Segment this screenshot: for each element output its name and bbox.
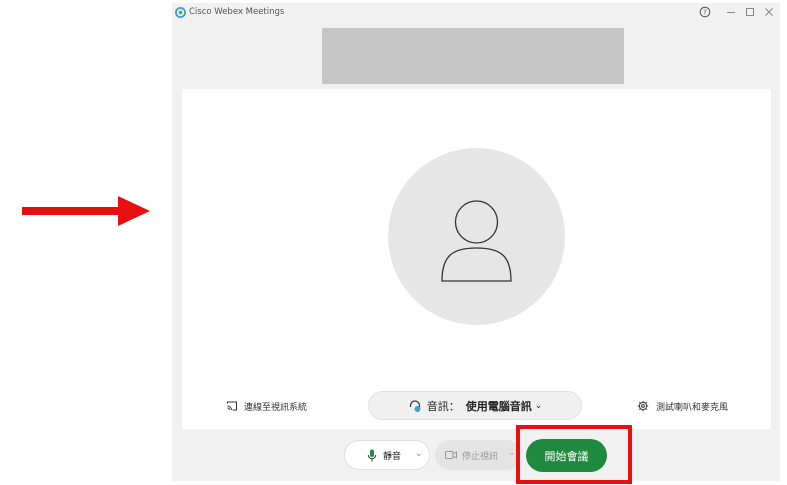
title-bar: Cisco Webex Meetings ?	[172, 3, 780, 23]
stop-video-button[interactable]: 停止視訊 ⌄	[435, 440, 521, 470]
audio-value: 使用電腦音訊	[465, 399, 532, 413]
minimize-icon[interactable]	[725, 6, 737, 18]
video-preview-panel: 連線至視訊系統 音訊： 使用電腦音訊 ⌄ 測試喇叭和麥克風	[182, 89, 771, 429]
red-pointer-arrow-icon	[22, 196, 150, 226]
audio-connection-dropdown[interactable]: 音訊： 使用電腦音訊 ⌄	[368, 391, 582, 420]
maximize-icon[interactable]	[744, 6, 756, 18]
connect-video-system-link[interactable]: 連線至視訊系統	[226, 399, 307, 413]
chevron-down-icon[interactable]: ⌄	[415, 449, 423, 459]
stop-video-label: 停止視訊	[462, 451, 499, 462]
mute-button[interactable]: 靜音 ⌄	[344, 440, 430, 470]
computer-audio-icon	[409, 399, 421, 412]
window-title: Cisco Webex Meetings	[189, 7, 285, 17]
webex-window: Cisco Webex Meetings ? 連線至視訊系統 音訊： 使用電腦音…	[172, 3, 780, 481]
test-speaker-mic-link[interactable]: 測試喇叭和麥克風	[637, 399, 728, 413]
person-icon	[441, 200, 512, 282]
page: Cisco Webex Meetings ? 連線至視訊系統 音訊： 使用電腦音…	[0, 0, 787, 485]
chevron-down-icon[interactable]: ⌄	[508, 448, 516, 458]
test-speaker-mic-label: 測試喇叭和麥克風	[656, 402, 729, 413]
help-icon[interactable]: ?	[699, 6, 711, 18]
avatar	[388, 148, 565, 325]
cast-icon	[227, 401, 237, 411]
mute-label: 靜音	[383, 451, 402, 462]
svg-text:?: ?	[703, 9, 707, 17]
redacted-banner	[322, 28, 624, 84]
webex-logo-icon	[175, 7, 186, 18]
chevron-down-icon: ⌄	[534, 400, 543, 411]
video-camera-icon	[445, 451, 457, 459]
audio-label: 音訊：	[426, 399, 460, 413]
microphone-icon	[367, 449, 377, 461]
gear-icon	[637, 400, 649, 412]
annotation-highlight-box	[516, 425, 632, 484]
connect-video-system-label: 連線至視訊系統	[244, 402, 308, 413]
close-icon[interactable]	[763, 6, 775, 18]
